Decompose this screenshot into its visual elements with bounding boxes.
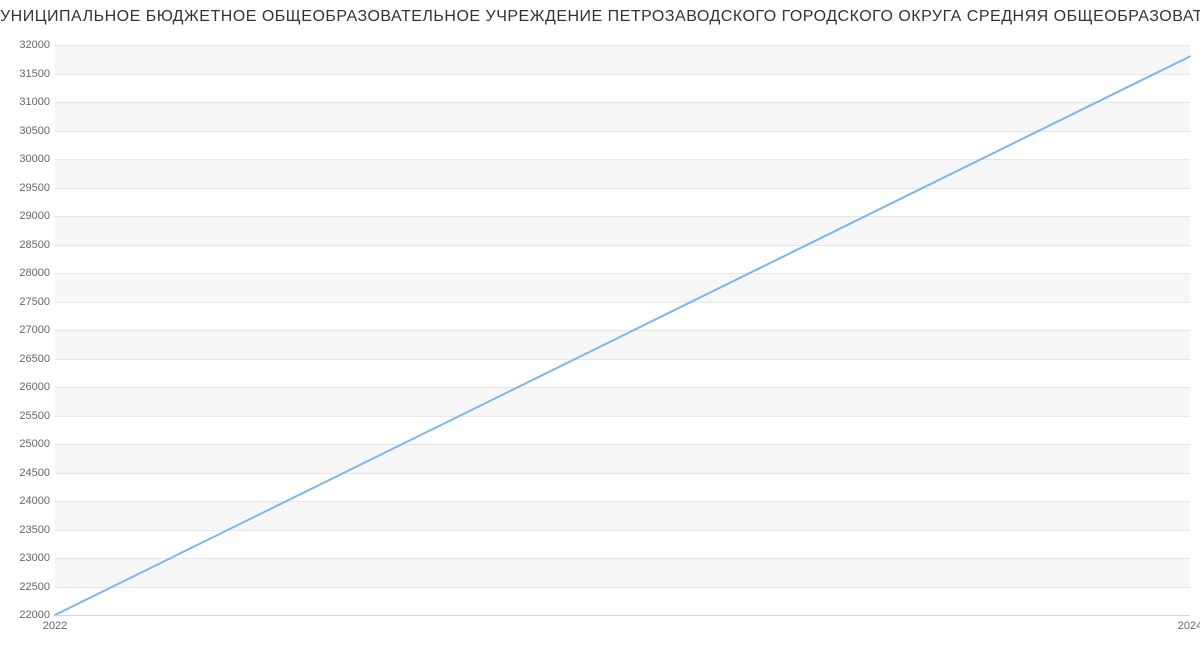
y-tick-label: 26500 — [5, 353, 50, 365]
line-chart: УНИЦИПАЛЬНОЕ БЮДЖЕТНОЕ ОБЩЕОБРАЗОВАТЕЛЬН… — [0, 0, 1200, 650]
y-tick-label: 22500 — [5, 581, 50, 593]
y-tick-label: 30000 — [5, 153, 50, 165]
y-tick-label: 30500 — [5, 125, 50, 137]
y-tick-label: 28000 — [5, 267, 50, 279]
y-tick-label: 23000 — [5, 552, 50, 564]
y-tick-label: 29000 — [5, 210, 50, 222]
y-tick-label: 24500 — [5, 467, 50, 479]
y-tick-label: 27000 — [5, 324, 50, 336]
line-series — [55, 45, 1190, 615]
y-tick-label: 23500 — [5, 524, 50, 536]
plot-area — [55, 45, 1190, 615]
y-tick-label: 32000 — [5, 39, 50, 51]
y-tick-label: 31500 — [5, 68, 50, 80]
y-tick-label: 27500 — [5, 296, 50, 308]
y-tick-label: 24000 — [5, 495, 50, 507]
x-tick-label: 2024 — [1178, 620, 1200, 632]
y-tick-label: 25500 — [5, 410, 50, 422]
x-tick-label: 2022 — [43, 620, 67, 632]
x-axis-line — [55, 615, 1190, 616]
y-tick-label: 31000 — [5, 96, 50, 108]
y-tick-label: 28500 — [5, 239, 50, 251]
y-tick-label: 29500 — [5, 182, 50, 194]
y-tick-label: 25000 — [5, 438, 50, 450]
chart-title: УНИЦИПАЛЬНОЕ БЮДЖЕТНОЕ ОБЩЕОБРАЗОВАТЕЛЬН… — [0, 8, 1200, 26]
y-tick-label: 26000 — [5, 381, 50, 393]
